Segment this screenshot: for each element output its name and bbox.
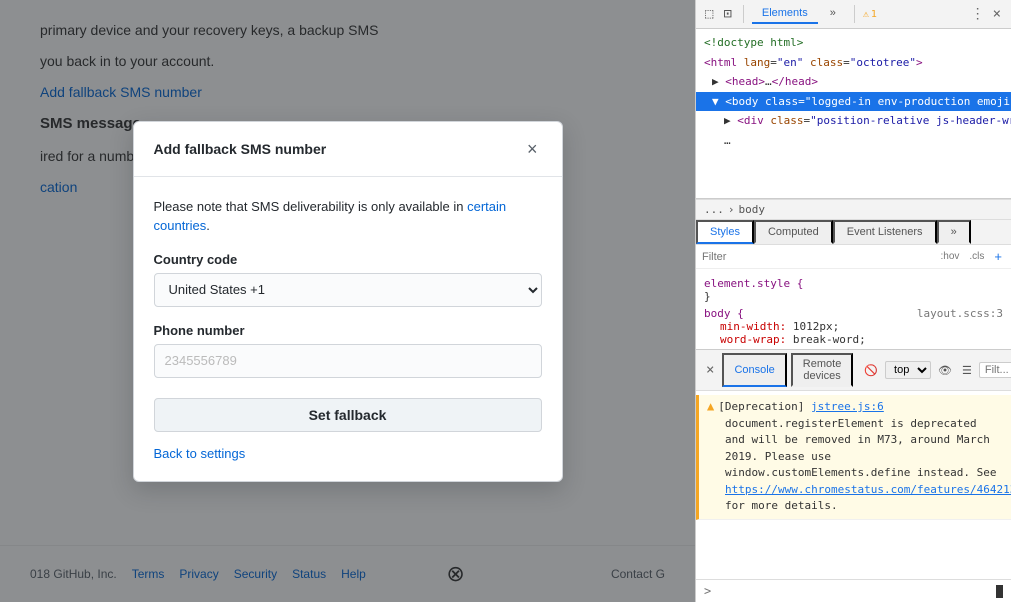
word-wrap-prop: word-wrap: break-word; (704, 333, 1003, 346)
console-messages: ▲ [Deprecation] jstree.js:6 document.reg… (696, 391, 1011, 579)
modal-title: Add fallback SMS number (154, 141, 327, 157)
console-filter-input[interactable] (979, 362, 1011, 378)
phone-number-label: Phone number (154, 323, 542, 338)
console-input-area: > (696, 579, 1011, 602)
back-to-settings-link[interactable]: Back to settings (154, 446, 542, 461)
html-line-dots: … (696, 131, 1011, 151)
more-tabs-btn[interactable]: » (820, 4, 846, 24)
body-selector: body { layout.scss:3 (704, 307, 1003, 320)
console-message-text: [Deprecation] jstree.js:6 (718, 399, 884, 416)
hov-filter-btn[interactable]: :hov (938, 250, 963, 263)
modal-dialog: Add fallback SMS number × Please note th… (133, 121, 563, 482)
phone-number-input[interactable] (154, 344, 542, 378)
elements-tab[interactable]: Elements (752, 4, 818, 24)
html-line-div[interactable]: ▶ <div class="position-relative js-heade… (696, 111, 1011, 131)
element-style-selector: element.style { (704, 277, 1003, 290)
more-options-icon[interactable]: ⋮ (971, 6, 985, 22)
styles-tab-computed[interactable]: Computed (754, 220, 833, 244)
console-tab-bar: Console Remote devices (722, 353, 853, 387)
console-tab-console[interactable]: Console (722, 353, 786, 387)
html-line-body[interactable]: ▼ <body class="logged-in env-production … (696, 92, 1011, 112)
styles-tab-more[interactable]: » (937, 220, 971, 244)
console-controls: 🚫 top 👁 ☰ ⚙ (861, 361, 1011, 379)
element-style-rule: element.style { } (704, 277, 1003, 303)
console-toolbar: × Console Remote devices 🚫 top 👁 ☰ ⚙ (696, 350, 1011, 391)
toolbar-separator (743, 5, 744, 23)
add-style-btn[interactable]: + (991, 248, 1005, 265)
html-line-doctype: <!doctype html> (696, 33, 1011, 53)
device-icon[interactable]: ⊡ (720, 4, 734, 24)
styles-area: Styles Computed Event Listeners » :hov .… (696, 220, 1011, 350)
toolbar-separator-2 (854, 5, 855, 23)
filter-icon[interactable]: ☰ (959, 363, 975, 378)
breadcrumb-body: body (739, 203, 766, 216)
devtools-close-icon[interactable]: × (989, 4, 1005, 24)
breadcrumb: ... › body (696, 199, 1011, 220)
devtools-toolbar: ⬚ ⊡ Elements » ⚠ 1 ⋮ × (696, 0, 1011, 29)
country-code-select[interactable]: United States +1 (154, 273, 542, 307)
cls-filter-btn[interactable]: .cls (966, 250, 987, 263)
modal-header: Add fallback SMS number × (134, 122, 562, 177)
set-fallback-button[interactable]: Set fallback (154, 398, 542, 432)
inspect-icon[interactable]: ⬚ (702, 4, 716, 24)
phone-number-group: Phone number (154, 323, 542, 378)
modal-note: Please note that SMS deliverability is o… (154, 197, 542, 236)
modal-body: Please note that SMS deliverability is o… (134, 177, 562, 481)
country-code-label: Country code (154, 252, 542, 267)
eye-icon[interactable]: 👁 (935, 363, 955, 378)
console-prompt-icon: > (704, 584, 711, 598)
country-code-group: Country code United States +1 (154, 252, 542, 307)
console-tab-remote[interactable]: Remote devices (791, 353, 854, 387)
styles-tab-bar: Styles Computed Event Listeners » (696, 220, 1011, 245)
breadcrumb-separator: › (728, 203, 735, 216)
html-line-head[interactable]: ▶ <head>…</head> (696, 72, 1011, 92)
ban-icon[interactable]: 🚫 (861, 363, 881, 378)
context-select[interactable]: top (885, 361, 931, 379)
devtools-panel: ⬚ ⊡ Elements » ⚠ 1 ⋮ × <!doctype html> <… (695, 0, 1011, 602)
styles-tab-event-listeners[interactable]: Event Listeners (833, 220, 937, 244)
page-background: primary device and your recovery keys, a… (0, 0, 695, 602)
breadcrumb-dots: ... (704, 203, 724, 216)
elements-panel[interactable]: <!doctype html> <html lang="en" class="o… (696, 29, 1011, 199)
warning-count: 1 (871, 9, 877, 20)
min-width-prop: min-width: 1012px; (704, 320, 1003, 333)
console-area: × Console Remote devices 🚫 top 👁 ☰ ⚙ (696, 350, 1011, 602)
styles-content: element.style { } body { layout.scss:3 m… (696, 269, 1011, 350)
styles-filter-input[interactable] (702, 251, 934, 263)
warning-badge: ⚠ 1 (863, 9, 877, 20)
styles-tab-styles[interactable]: Styles (696, 220, 754, 244)
warning-icon: ▲ (707, 399, 714, 416)
styles-filter-bar: :hov .cls + (696, 245, 1011, 269)
console-message-top: ▲ [Deprecation] jstree.js:6 (707, 399, 1003, 416)
warning-triangle-icon: ⚠ (863, 9, 869, 20)
body-rule: body { layout.scss:3 min-width: 1012px; … (704, 307, 1003, 346)
console-close-icon[interactable]: × (702, 360, 718, 380)
console-input[interactable] (715, 585, 992, 598)
modal-close-button[interactable]: × (523, 138, 542, 160)
chromestatus-link[interactable]: https://www.chromestatus.com/features/46… (725, 483, 1011, 496)
devtools-tab-bar: Elements » (752, 4, 846, 24)
jstree-source[interactable]: jstree.js:6 (811, 400, 884, 413)
modal-backdrop: Add fallback SMS number × Please note th… (0, 0, 695, 602)
console-message-body: document.registerElement is deprecated a… (707, 416, 1003, 515)
console-message-deprecation: ▲ [Deprecation] jstree.js:6 document.reg… (696, 395, 1011, 520)
element-style-close: } (704, 290, 1003, 303)
html-line-html[interactable]: <html lang="en" class="octotree"> (696, 53, 1011, 73)
console-cursor (996, 585, 1003, 598)
